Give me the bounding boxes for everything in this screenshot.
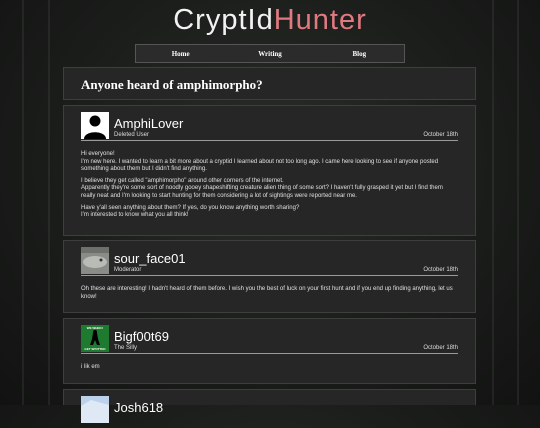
nav-home[interactable]: Home <box>136 45 225 62</box>
thread-title-card: Anyone heard of amphimorpho? <box>63 67 476 100</box>
post-paragraph: i lik em <box>81 364 100 370</box>
post-date: October 18th <box>423 345 458 351</box>
post-header: sour_face01 Moderator October 18th <box>81 247 458 276</box>
background-tree <box>48 0 50 405</box>
nav-writing[interactable]: Writing <box>225 45 314 62</box>
username[interactable]: AmphiLover <box>114 116 183 131</box>
post-body: Hi everyone! I'm new here. I wanted to le… <box>81 151 458 224</box>
post: AmphiLover Deleted User October 18th Hi … <box>63 105 476 236</box>
thread-title: Anyone heard of amphimorpho? <box>81 77 263 92</box>
nav-blog[interactable]: Blog <box>315 45 404 62</box>
post-paragraph: I believe they get called "amphimorpho" … <box>81 177 443 199</box>
post-paragraph: Hi everyone! I'm new here. I wanted to le… <box>81 151 439 173</box>
background-tree <box>22 0 24 405</box>
post-date: October 18th <box>423 267 458 273</box>
post: Josh618 <box>63 389 476 423</box>
post-body: i lik em <box>81 364 458 376</box>
site-logo[interactable]: CryptIdHunter <box>0 4 540 37</box>
default-user-icon[interactable] <box>81 112 109 139</box>
blue-sky-photo[interactable] <box>81 396 109 423</box>
post-date: October 18th <box>423 132 458 138</box>
post-header: WE WHEN I GET SPOTTED Bigf00t69 The Sill… <box>81 325 458 354</box>
grey-creature-photo[interactable] <box>81 247 109 274</box>
avatar-caption-bottom: GET SPOTTED <box>84 347 106 351</box>
user-role: Deleted User <box>114 132 150 138</box>
user-role: The Silly <box>114 345 138 351</box>
background-tree <box>517 0 519 405</box>
post-header: Josh618 <box>81 396 458 424</box>
username[interactable]: Bigf00t69 <box>114 329 169 344</box>
logo-part-cryptid: CryptId <box>173 4 274 36</box>
post: sour_face01 Moderator October 18th Oh th… <box>63 240 476 313</box>
post-header: AmphiLover Deleted User October 18th <box>81 112 458 141</box>
post-paragraph: Have y'all seen anything about them? If … <box>81 204 300 219</box>
username[interactable]: Josh618 <box>114 400 163 415</box>
logo-part-hunter: Hunter <box>273 4 367 36</box>
background-tree <box>492 0 494 405</box>
post: WE WHEN I GET SPOTTED Bigf00t69 The Sill… <box>63 318 476 384</box>
green-bigfoot-sign[interactable]: WE WHEN I GET SPOTTED <box>81 325 109 352</box>
username[interactable]: sour_face01 <box>114 251 186 266</box>
user-role: Moderator <box>114 267 142 273</box>
post-paragraph: Oh these are interesting! I hadn't heard… <box>81 286 453 300</box>
post-body: Oh these are interesting! I hadn't heard… <box>81 286 458 305</box>
main-nav: Home Writing Blog <box>135 44 405 63</box>
